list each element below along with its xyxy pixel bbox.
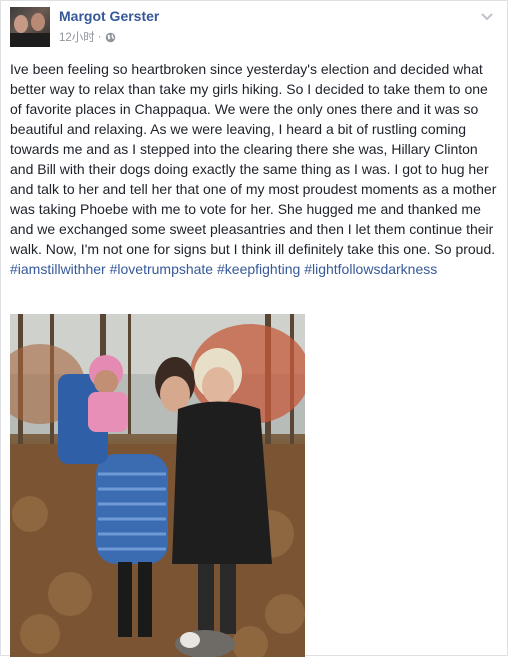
hashtag-lightfollowsdarkness[interactable]: #lightfollowsdarkness	[304, 261, 437, 277]
post-photo[interactable]	[10, 314, 305, 657]
photo-illustration	[10, 314, 305, 657]
post-timestamp[interactable]: 12小时	[59, 29, 95, 45]
hashtag-lovetrumpshate[interactable]: #lovetrumpshate	[110, 261, 214, 277]
post-meta: 12小时 ·	[59, 29, 116, 45]
post-body: Ive been feeling so heartbroken since ye…	[10, 59, 500, 279]
chevron-down-icon[interactable]	[480, 9, 494, 21]
meta-separator: ·	[97, 31, 102, 43]
facebook-post: Margot Gerster 12小时 · Ive been feeling s…	[0, 0, 508, 657]
hashtag-keepfighting[interactable]: #keepfighting	[217, 261, 300, 277]
post-text: Ive been feeling so heartbroken since ye…	[10, 61, 497, 257]
globe-icon[interactable]	[105, 32, 116, 43]
author-avatar[interactable]	[10, 7, 50, 47]
hashtag-iamstillwithher[interactable]: #iamstillwithher	[10, 261, 106, 277]
author-name[interactable]: Margot Gerster	[59, 8, 159, 24]
